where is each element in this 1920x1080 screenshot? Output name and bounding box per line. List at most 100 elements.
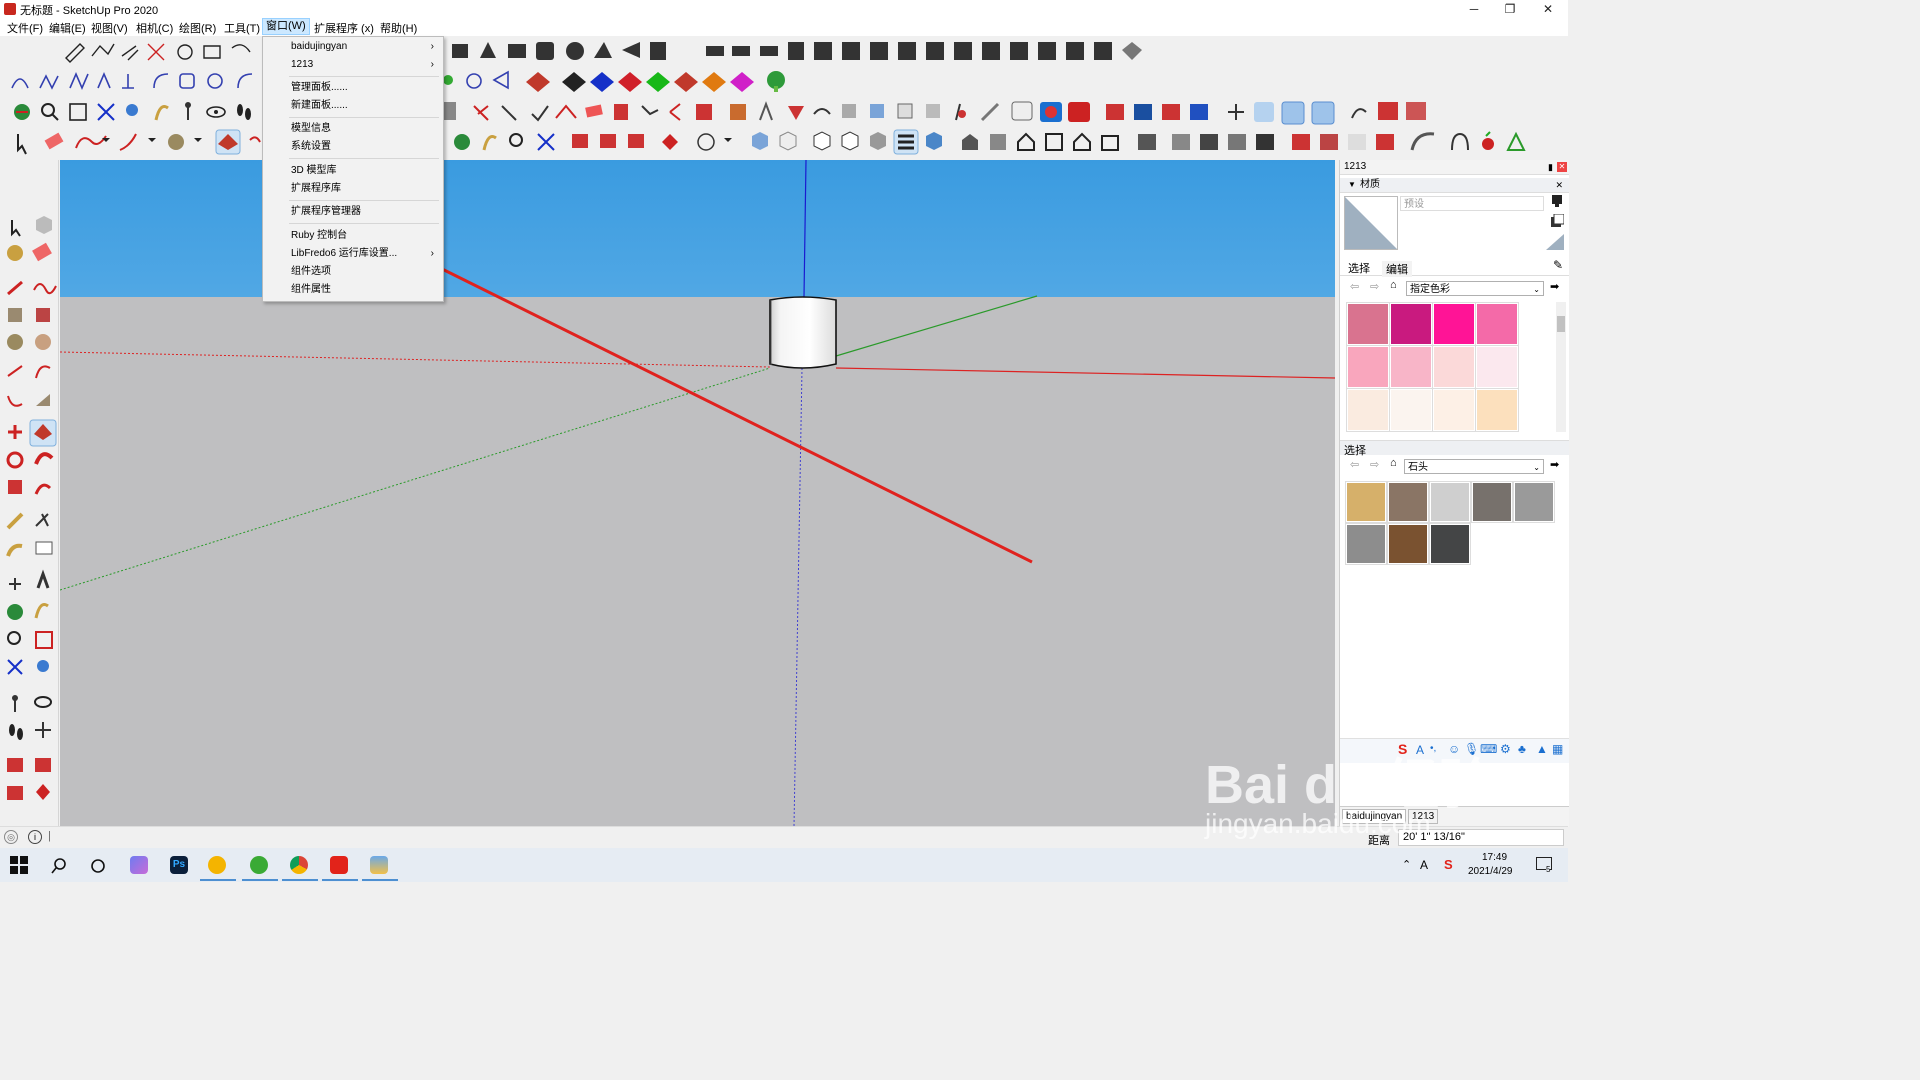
color-swatch[interactable]	[1475, 388, 1519, 432]
menu-separator	[289, 223, 439, 224]
clock-time[interactable]: 17:49	[1482, 852, 1507, 863]
forward-arrow-icon[interactable]: ⇨	[1370, 458, 1379, 471]
ime-indicator[interactable]: A	[1420, 858, 1428, 872]
menu-item-baidujingyan[interactable]: baidujingyan ›	[264, 38, 442, 56]
color-swatch[interactable]	[1432, 302, 1476, 346]
menu-item-extension-warehouse[interactable]: 扩展程序库	[264, 180, 442, 198]
menu-file[interactable]: 文件(F)	[4, 20, 46, 36]
menu-item-component-options[interactable]: 组件选项	[264, 263, 442, 281]
toolbar-row-3-icons	[14, 101, 1426, 125]
tray-overflow-icon[interactable]: ⌃	[1402, 858, 1411, 871]
search-icon[interactable]	[50, 856, 70, 876]
menu-camera[interactable]: 相机(C)	[133, 20, 176, 36]
menu-item-preferences[interactable]: 系统设置	[264, 138, 442, 156]
clock-date[interactable]: 2021/4/29	[1468, 866, 1513, 877]
menu-view[interactable]: 视图(V)	[88, 20, 131, 36]
stone-material-swatch[interactable]	[1429, 523, 1471, 565]
notification-count: 5	[1546, 865, 1551, 874]
model-viewport[interactable]	[60, 160, 1335, 826]
color-swatch[interactable]	[1432, 345, 1476, 389]
stone-material-swatch[interactable]	[1513, 481, 1555, 523]
menu-help[interactable]: 帮助(H)	[377, 20, 420, 36]
color-swatch[interactable]	[1389, 345, 1433, 389]
windows-start-icon[interactable]	[10, 856, 30, 876]
sketchup-taskbar-icon[interactable]	[330, 856, 348, 874]
home-icon[interactable]: ⌂	[1390, 457, 1397, 469]
sogou-tray-icon[interactable]: S	[1444, 857, 1453, 872]
geolocation-icon[interactable]: ◎	[4, 830, 18, 844]
maximize-button[interactable]: ❐	[1492, 0, 1528, 18]
menu-item-ruby-console[interactable]: Ruby 控制台	[264, 227, 442, 245]
stone-material-swatch[interactable]	[1345, 523, 1387, 565]
color-swatch[interactable]	[1346, 345, 1390, 389]
qihoo-browser-icon[interactable]	[250, 856, 268, 874]
sketchup-app-icon	[4, 3, 16, 15]
create-material-icon[interactable]	[1550, 213, 1565, 228]
menu-item-component-attributes[interactable]: 组件属性	[264, 281, 442, 299]
winrar-app-icon[interactable]	[370, 856, 388, 874]
materials-section-header[interactable]: ▼ 材质 ✕	[1340, 178, 1569, 193]
color-swatch[interactable]	[1389, 302, 1433, 346]
tray-close-icon[interactable]: ✕	[1557, 162, 1567, 172]
cylinder-model[interactable]	[769, 296, 837, 369]
color-swatch[interactable]	[1432, 388, 1476, 432]
swatch-scrollbar[interactable]	[1556, 302, 1566, 432]
menu-item-model-info[interactable]: 模型信息	[264, 120, 442, 138]
window-menu-dropdown: baidujingyan › 1213 › 管理面板...... 新建面板.....…	[262, 36, 444, 302]
chrome-app-icon[interactable]	[290, 856, 308, 874]
menu-draw[interactable]: 绘图(R)	[176, 20, 219, 36]
menu-window[interactable]: 窗口(W)	[262, 18, 310, 35]
menu-grid-icon[interactable]: ▦	[1552, 742, 1563, 756]
menu-tools[interactable]: 工具(T)	[221, 20, 263, 36]
details-arrow-icon[interactable]: ➡	[1550, 280, 1559, 293]
library-bar-1: ⇦ ⇨ ⌂ 指定色彩 ⌄ ➡	[1340, 278, 1569, 300]
library-select-stone[interactable]: 石头 ⌄	[1404, 459, 1544, 474]
stone-material-swatch[interactable]	[1429, 481, 1471, 523]
home-icon[interactable]: ⌂	[1390, 279, 1397, 291]
section-close-icon[interactable]: ✕	[1555, 178, 1563, 192]
menu-item-1213[interactable]: 1213 ›	[264, 56, 442, 74]
stone-material-swatch[interactable]	[1345, 481, 1387, 523]
menu-extensions[interactable]: 扩展程序 (x)	[311, 20, 377, 36]
color-swatch[interactable]	[1346, 388, 1390, 432]
stone-material-swatch[interactable]	[1387, 523, 1429, 565]
color-swatch[interactable]	[1389, 388, 1433, 432]
task-view-icon[interactable]	[88, 856, 108, 876]
menu-item-libfredo6-settings[interactable]: LibFredo6 运行库设置... ›	[264, 245, 442, 263]
color-swatch[interactable]	[1475, 345, 1519, 389]
color-swatch[interactable]	[1346, 302, 1390, 346]
stone-material-swatch[interactable]	[1471, 481, 1513, 523]
close-button[interactable]: ✕	[1530, 0, 1566, 18]
default-material-icon[interactable]	[1546, 234, 1564, 250]
stone-material-swatch[interactable]	[1387, 481, 1429, 523]
back-arrow-icon[interactable]: ⇦	[1350, 280, 1359, 293]
toolbox-icon[interactable]: ⚙	[1500, 742, 1511, 756]
tab-edit[interactable]: 编辑	[1382, 261, 1412, 277]
photoshop-app-icon[interactable]: Ps	[170, 856, 188, 874]
color-swatch[interactable]	[1475, 302, 1519, 346]
material-name-input[interactable]: 预设	[1400, 196, 1544, 211]
pin-icon[interactable]: ▮	[1548, 160, 1553, 174]
instructor-info-icon[interactable]: i	[28, 830, 42, 844]
library-select-colors[interactable]: 指定色彩 ⌄	[1406, 281, 1544, 296]
menu-edit[interactable]: 编辑(E)	[46, 20, 89, 36]
assistant-app-icon[interactable]	[130, 856, 148, 874]
minimize-button[interactable]: ─	[1456, 0, 1492, 18]
tab-select[interactable]: 选择	[1348, 260, 1370, 276]
menu-item-manage-trays[interactable]: 管理面板......	[264, 79, 442, 97]
back-arrow-icon[interactable]: ⇦	[1350, 458, 1359, 471]
material-preview-swatch	[1345, 197, 1397, 249]
browser-app-icon[interactable]	[208, 856, 226, 874]
shirt-icon[interactable]: ▲	[1536, 742, 1548, 756]
display-secondary-icon[interactable]	[1550, 194, 1564, 208]
details-arrow-icon[interactable]: ➡	[1550, 458, 1559, 471]
eyedropper-icon[interactable]: ✎	[1553, 258, 1563, 272]
forward-arrow-icon[interactable]: ⇨	[1370, 280, 1379, 293]
menu-item-new-tray[interactable]: 新建面板......	[264, 97, 442, 115]
skin-icon[interactable]: ♣	[1518, 742, 1526, 756]
windows-taskbar: Ps ⌃ A S 17:49 2021/4/29 5	[0, 848, 1568, 882]
menu-item-3d-warehouse[interactable]: 3D 模型库	[264, 162, 442, 180]
color-swatch-grid	[1344, 300, 1560, 434]
menu-item-extension-manager[interactable]: 扩展程序管理器	[264, 203, 442, 221]
scrollbar-thumb[interactable]	[1557, 316, 1565, 332]
